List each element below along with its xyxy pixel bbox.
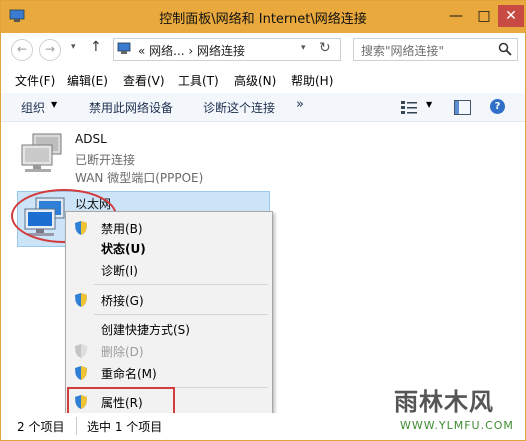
up-button[interactable]: ↑ (90, 39, 102, 55)
menu-item-label: 创建快捷方式(S) (101, 323, 190, 337)
diagnose-connection-button[interactable]: 诊断这个连接 (203, 99, 275, 116)
context-menu: 禁用(B) 状态(U) 诊断(I) 桥接(G) 创建快捷方式(S) 删除(D) (65, 211, 273, 416)
organize-button[interactable]: 组织 (21, 99, 45, 116)
explorer-window: 控制面板\网络和 Internet\网络连接 — □ ✕ ← → ▾ ↑ « 网… (0, 0, 526, 441)
menu-item-label: 重命名(M) (101, 367, 157, 381)
menu-edit[interactable]: 编辑(E) (67, 72, 108, 89)
view-options-icon[interactable] (401, 100, 417, 114)
item-count: 2 个项目 (17, 420, 65, 434)
close-button[interactable]: ✕ (498, 5, 524, 27)
address-dropdown[interactable]: ▾ (301, 43, 306, 53)
uac-shield-icon (75, 221, 87, 235)
menu-item-label: 删除(D) (101, 345, 144, 359)
menu-item-delete[interactable]: 删除(D) (66, 340, 272, 362)
menu-help[interactable]: 帮助(H) (291, 72, 333, 89)
selected-count: 选中 1 个项目 (87, 420, 163, 434)
navigation-bar: ← → ▾ ↑ « 网络... › 网络连接 ▾ ↻ 搜索"网络连接" (1, 33, 525, 65)
status-divider (76, 417, 77, 435)
menu-item-create-shortcut[interactable]: 创建快捷方式(S) (66, 318, 272, 340)
uac-shield-icon (75, 366, 87, 380)
minimize-button[interactable]: — (443, 5, 469, 27)
connection-name: ADSL (75, 132, 107, 146)
menu-separator (94, 284, 268, 285)
menu-item-bridge[interactable]: 桥接(G) (66, 289, 272, 311)
refresh-icon[interactable]: ↻ (319, 40, 331, 56)
recent-locations-dropdown[interactable]: ▾ (71, 42, 76, 52)
address-path: « 网络... › 网络连接 (138, 44, 246, 58)
command-bar: 组织 ▼ 禁用此网络设备 诊断这个连接 » ▼ ? (1, 93, 525, 122)
menu-item-label: 诊断(I) (101, 264, 138, 278)
menu-file[interactable]: 文件(F) (15, 72, 55, 89)
view-dropdown-icon[interactable]: ▼ (426, 100, 432, 109)
search-box[interactable]: 搜索"网络连接" (353, 38, 518, 61)
watermark-text: 雨林木风 (394, 388, 494, 416)
disable-device-button[interactable]: 禁用此网络设备 (89, 99, 173, 116)
chevron-down-icon[interactable]: ▼ (51, 100, 57, 109)
search-placeholder: 搜索"网络连接" (361, 44, 445, 58)
maximize-button[interactable]: □ (471, 5, 497, 27)
menu-item-rename[interactable]: 重命名(M) (66, 362, 272, 384)
uac-shield-icon (75, 293, 87, 307)
menu-item-label: 禁用(B) (101, 222, 143, 236)
preview-pane-icon[interactable] (454, 100, 471, 115)
adsl-connection-icon (21, 133, 62, 172)
title-bar[interactable]: 控制面板\网络和 Internet\网络连接 — □ ✕ (1, 1, 525, 33)
more-commands-button[interactable]: » (296, 97, 304, 112)
menu-bar: 文件(F) 编辑(E) 查看(V) 工具(T) 高级(N) 帮助(H) (1, 69, 525, 91)
menu-item-label: 桥接(G) (101, 294, 144, 308)
menu-item-disable[interactable]: 禁用(B) (66, 217, 272, 239)
address-bar[interactable]: « 网络... › 网络连接 ▾ ↻ (113, 38, 341, 61)
menu-item-status[interactable]: 状态(U) (66, 237, 272, 259)
menu-advanced[interactable]: 高级(N) (234, 72, 276, 89)
watermark-url: WWW.YLMFU.COM (400, 419, 514, 432)
menu-item-diagnose[interactable]: 诊断(I) (66, 259, 272, 281)
menu-separator (94, 314, 268, 315)
menu-view[interactable]: 查看(V) (123, 72, 165, 89)
search-icon[interactable] (498, 42, 512, 56)
connection-device: WAN 微型端口(PPPOE) (75, 171, 204, 185)
back-button[interactable]: ← (11, 39, 33, 61)
watermark-logo: 雨林木风 WWW.YLMFU.COM (388, 378, 524, 440)
menu-item-label: 状态(U) (101, 242, 146, 256)
network-connections-icon (117, 42, 131, 54)
connection-status: 已断开连接 (75, 153, 136, 167)
forward-button[interactable]: → (39, 39, 61, 61)
uac-shield-disabled-icon (75, 344, 87, 358)
connection-adsl[interactable]: ADSL 已断开连接 WAN 微型端口(PPPOE) (17, 129, 237, 185)
highlight-box (67, 387, 175, 416)
menu-tools[interactable]: 工具(T) (178, 72, 219, 89)
help-icon[interactable]: ? (490, 99, 505, 114)
